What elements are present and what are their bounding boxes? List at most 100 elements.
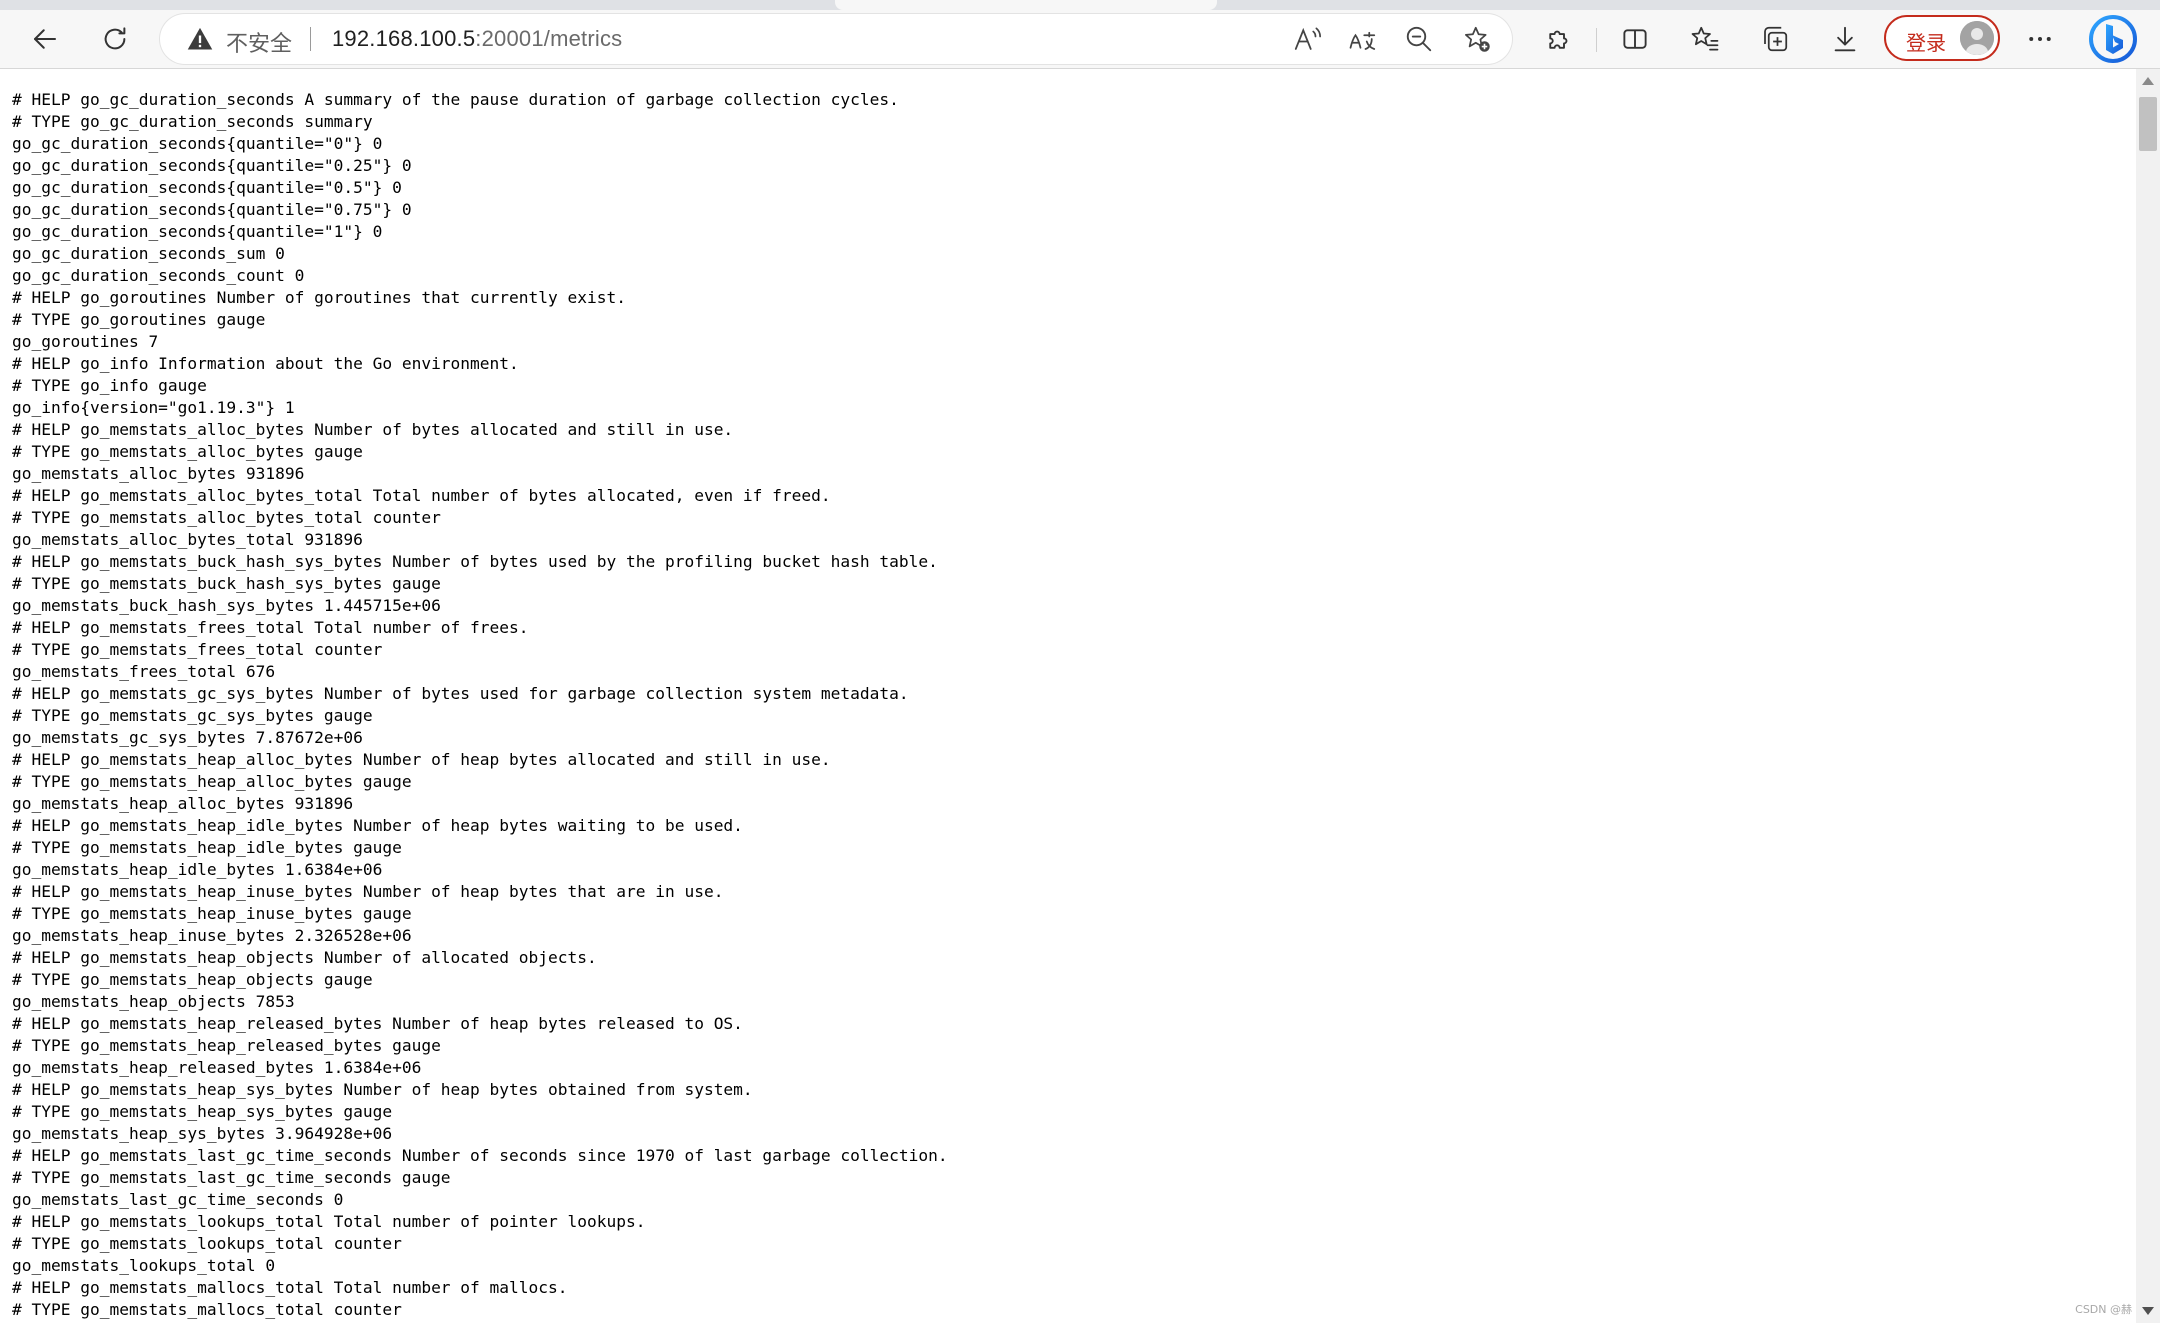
metrics-line: # HELP go_memstats_heap_released_bytes N… xyxy=(12,1014,743,1033)
browser-toolbar: 不安全 192.168.100.5:20001/metrics 登录 xyxy=(0,10,2160,69)
extensions-button[interactable] xyxy=(1534,14,1584,64)
login-button[interactable]: 登录 xyxy=(1884,15,2000,61)
star-plus-icon xyxy=(1465,26,1490,52)
metrics-line: # TYPE go_gc_duration_seconds summary xyxy=(12,112,373,131)
metrics-line: # HELP go_memstats_frees_total Total num… xyxy=(12,618,529,637)
metrics-line: # TYPE go_memstats_lookups_total counter xyxy=(12,1234,402,1253)
metrics-line: # HELP go_memstats_last_gc_time_seconds … xyxy=(12,1146,948,1165)
metrics-line: # HELP go_memstats_alloc_bytes Number of… xyxy=(12,420,734,439)
read-aloud-icon xyxy=(1294,27,1321,50)
metrics-line: # TYPE go_memstats_heap_inuse_bytes gaug… xyxy=(12,904,412,923)
back-button[interactable] xyxy=(20,14,70,64)
metrics-line: # HELP go_memstats_buck_hash_sys_bytes N… xyxy=(12,552,938,571)
collections-button[interactable] xyxy=(1750,14,1800,64)
metrics-line: go_memstats_heap_idle_bytes 1.6384e+06 xyxy=(12,860,383,879)
metrics-line: # TYPE go_memstats_heap_alloc_bytes gaug… xyxy=(12,772,412,791)
metrics-line: go_memstats_buck_hash_sys_bytes 1.445715… xyxy=(12,596,441,615)
browser-window: 不安全 192.168.100.5:20001/metrics 登录 # HEL… xyxy=(0,0,2160,1323)
metrics-line: go_memstats_alloc_bytes_total 931896 xyxy=(12,530,363,549)
metrics-line: # HELP go_gc_duration_seconds A summary … xyxy=(12,90,899,109)
metrics-line: # HELP go_memstats_heap_inuse_bytes Numb… xyxy=(12,882,724,901)
downloads-button[interactable] xyxy=(1820,14,1870,64)
more-button[interactable] xyxy=(2015,14,2065,64)
metrics-line: go_memstats_heap_objects 7853 xyxy=(12,992,295,1011)
toolbar-divider xyxy=(1596,28,1597,52)
metrics-line: # TYPE go_memstats_mallocs_total counter xyxy=(12,1300,402,1319)
metrics-line: go_memstats_heap_inuse_bytes 2.326528e+0… xyxy=(12,926,412,945)
read-aloud-button[interactable] xyxy=(1290,22,1324,56)
avatar xyxy=(1960,21,1994,55)
metrics-line: # TYPE go_memstats_buck_hash_sys_bytes g… xyxy=(12,574,441,593)
metrics-line: # TYPE go_memstats_heap_idle_bytes gauge xyxy=(12,838,402,857)
metrics-line: go_goroutines 7 xyxy=(12,332,159,351)
metrics-line: go_memstats_last_gc_time_seconds 0 xyxy=(12,1190,344,1209)
metrics-line: # TYPE go_info gauge xyxy=(12,376,207,395)
collections-icon xyxy=(1764,26,1788,52)
metrics-line: go_memstats_frees_total 676 xyxy=(12,662,276,681)
metrics-line: # HELP go_memstats_heap_alloc_bytes Numb… xyxy=(12,750,831,769)
split-screen-button[interactable] xyxy=(1610,14,1660,64)
url-host: 192.168.100.5 xyxy=(332,26,476,51)
metrics-line: # TYPE go_memstats_gc_sys_bytes gauge xyxy=(12,706,373,725)
metrics-line: # HELP go_memstats_lookups_total Total n… xyxy=(12,1212,646,1231)
metrics-line: # HELP go_goroutines Number of goroutine… xyxy=(12,288,626,307)
refresh-button[interactable] xyxy=(90,14,140,64)
warning-triangle-icon[interactable] xyxy=(186,25,214,53)
metrics-line: go_info{version="go1.19.3"} 1 xyxy=(12,398,295,417)
metrics-line: go_memstats_heap_alloc_bytes 931896 xyxy=(12,794,354,813)
scroll-down-arrow[interactable] xyxy=(2142,1307,2154,1315)
metrics-line: go_memstats_heap_released_bytes 1.6384e+… xyxy=(12,1058,422,1077)
metrics-line: go_memstats_heap_sys_bytes 3.964928e+06 xyxy=(12,1124,393,1143)
metrics-line: # HELP go_memstats_heap_sys_bytes Number… xyxy=(12,1080,753,1099)
metrics-line: go_gc_duration_seconds{quantile="0.75"} … xyxy=(12,200,412,219)
copilot-button[interactable] xyxy=(2088,14,2138,64)
metrics-line: # HELP go_info Information about the Go … xyxy=(12,354,519,373)
metrics-line: # HELP go_memstats_gc_sys_bytes Number o… xyxy=(12,684,909,703)
scroll-thumb[interactable] xyxy=(2139,97,2157,151)
url-path: :20001/metrics xyxy=(475,26,623,51)
metrics-line: # TYPE go_memstats_heap_sys_bytes gauge xyxy=(12,1102,393,1121)
metrics-line: go_gc_duration_seconds_count 0 xyxy=(12,266,305,285)
tab-strip xyxy=(0,0,2160,10)
metrics-line: # TYPE go_memstats_alloc_bytes gauge xyxy=(12,442,363,461)
metrics-line: # HELP go_memstats_heap_idle_bytes Numbe… xyxy=(12,816,743,835)
metrics-line: # TYPE go_goroutines gauge xyxy=(12,310,266,329)
metrics-line: go_gc_duration_seconds{quantile="1"} 0 xyxy=(12,222,383,241)
puzzle-icon xyxy=(1549,30,1568,49)
login-label: 登录 xyxy=(1906,31,1946,55)
favorites-button[interactable] xyxy=(1680,14,1730,64)
add-favorite-button[interactable] xyxy=(1460,22,1494,56)
metrics-line: # TYPE go_memstats_alloc_bytes_total cou… xyxy=(12,508,441,527)
metrics-line: go_memstats_lookups_total 0 xyxy=(12,1256,276,1275)
address-separator xyxy=(310,27,311,51)
scroll-up-arrow[interactable] xyxy=(2142,77,2154,85)
ellipsis-icon xyxy=(2029,37,2051,41)
metrics-line: # HELP go_memstats_heap_objects Number o… xyxy=(12,948,597,967)
star-list-icon xyxy=(1691,26,1719,51)
metrics-line: # TYPE go_memstats_heap_released_bytes g… xyxy=(12,1036,441,1055)
translate-icon xyxy=(1349,31,1376,50)
security-status-label[interactable]: 不安全 xyxy=(226,26,292,58)
metrics-line: # HELP go_memstats_mallocs_total Total n… xyxy=(12,1278,568,1297)
address-bar[interactable]: 不安全 192.168.100.5:20001/metrics xyxy=(160,14,1512,64)
metrics-line: # HELP go_memstats_alloc_bytes_total Tot… xyxy=(12,486,831,505)
url-text[interactable]: 192.168.100.5:20001/metrics xyxy=(332,26,622,52)
metrics-line: # TYPE go_memstats_last_gc_time_seconds … xyxy=(12,1168,451,1187)
metrics-line: # TYPE go_memstats_frees_total counter xyxy=(12,640,383,659)
metrics-line: go_gc_duration_seconds_sum 0 xyxy=(12,244,285,263)
user-silhouette-icon xyxy=(1960,21,1994,55)
page-content[interactable]: # HELP go_gc_duration_seconds A summary … xyxy=(0,69,2136,1323)
vertical-scrollbar[interactable] xyxy=(2136,69,2160,1323)
zoom-out-button[interactable] xyxy=(1402,22,1436,56)
arrow-left-icon xyxy=(34,29,56,49)
translate-button[interactable] xyxy=(1346,22,1380,56)
metrics-line: go_gc_duration_seconds{quantile="0"} 0 xyxy=(12,134,383,153)
refresh-icon xyxy=(104,27,126,50)
active-tab[interactable] xyxy=(835,0,1217,10)
metrics-line: go_gc_duration_seconds{quantile="0.5"} 0 xyxy=(12,178,402,197)
metrics-text[interactable]: # HELP go_gc_duration_seconds A summary … xyxy=(0,69,2136,1321)
bing-icon xyxy=(2089,15,2137,63)
metrics-line: # TYPE go_memstats_heap_objects gauge xyxy=(12,970,373,989)
download-icon xyxy=(1834,26,1856,52)
metrics-line: go_memstats_gc_sys_bytes 7.87672e+06 xyxy=(12,728,363,747)
